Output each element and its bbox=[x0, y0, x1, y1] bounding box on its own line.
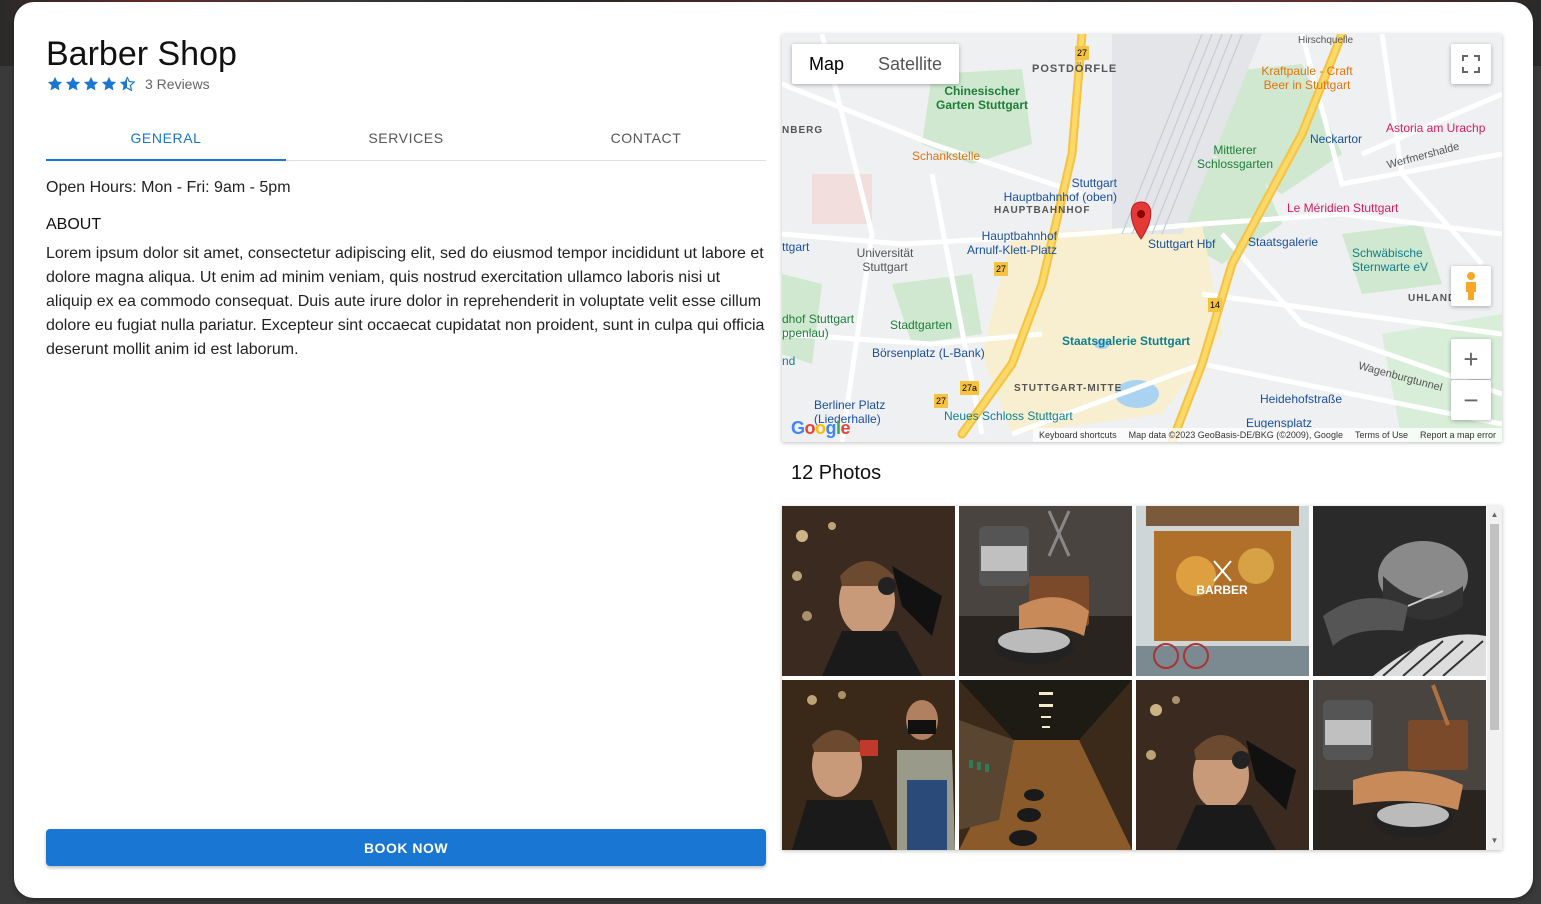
star-full-icon bbox=[47, 76, 63, 91]
map-label: STUTTGART-MITTE bbox=[1014, 383, 1123, 394]
zoom-out-button[interactable]: − bbox=[1451, 380, 1491, 420]
map-label[interactable]: Heidehofstraße bbox=[1260, 392, 1342, 406]
route-shield: 27 bbox=[1075, 46, 1090, 60]
map-data-text: Map data ©2023 GeoBasis-DE/BKG (©2009), … bbox=[1128, 430, 1343, 440]
map-widget[interactable]: POSTDÖRFLE Chinesischer Garten Stuttgart… bbox=[782, 34, 1502, 442]
map-attribution: Keyboard shortcuts Map data ©2023 GeoBas… bbox=[1033, 428, 1502, 442]
beard-trim-bw-photo[interactable] bbox=[1313, 506, 1486, 676]
barber-with-mask-photo[interactable] bbox=[782, 680, 955, 850]
map-label[interactable]: Kraftpaule - Craft Beer in Stuttgart bbox=[1252, 64, 1362, 92]
star-half-icon bbox=[119, 76, 136, 92]
barber-storefront-photo[interactable]: BARBER bbox=[1136, 506, 1309, 676]
map-label[interactable]: Neckartor bbox=[1310, 132, 1362, 146]
about-heading: ABOUT bbox=[46, 216, 102, 233]
photo-gallery: BARBER ▲ ▼ bbox=[782, 506, 1502, 850]
zoom-in-button[interactable]: + bbox=[1451, 339, 1491, 379]
route-shield: 14 bbox=[1208, 298, 1223, 312]
tab-contact[interactable]: CONTACT bbox=[526, 115, 766, 160]
map-label: Hirschquelle bbox=[1298, 35, 1354, 46]
map-label: ttgart bbox=[782, 240, 810, 254]
star-rating bbox=[46, 75, 136, 93]
pomade-and-comb-photo[interactable] bbox=[959, 506, 1132, 676]
barber-cutting-hair-photo[interactable] bbox=[782, 506, 955, 676]
map-label[interactable]: Hauptbahnhof Arnulf-Klett-Platz bbox=[957, 229, 1057, 257]
barber-cutting-hair-2-photo[interactable] bbox=[1136, 680, 1309, 850]
route-shield: 27a bbox=[960, 381, 980, 395]
map-type-map-button[interactable]: Map bbox=[792, 44, 861, 84]
scroll-down-icon[interactable]: ▼ bbox=[1487, 834, 1502, 848]
reviews-count[interactable]: 3 Reviews bbox=[145, 76, 210, 92]
rating: 3 Reviews bbox=[46, 75, 210, 93]
map-label: POSTDÖRFLE bbox=[1032, 63, 1118, 75]
map-label[interactable]: Le Méridien Stuttgart bbox=[1287, 201, 1398, 215]
street-view-pegman-button[interactable] bbox=[1451, 266, 1491, 306]
fullscreen-icon bbox=[1462, 55, 1480, 73]
map-label[interactable]: Stadtgarten bbox=[890, 318, 952, 332]
route-shield: 27 bbox=[934, 394, 949, 408]
terms-of-use-link[interactable]: Terms of Use bbox=[1349, 428, 1414, 442]
pegman-icon bbox=[1466, 272, 1476, 300]
map-type-satellite-button[interactable]: Satellite bbox=[861, 44, 959, 84]
photo-grid: BARBER bbox=[782, 506, 1486, 850]
scroll-thumb[interactable] bbox=[1490, 524, 1499, 730]
map-label[interactable]: Staatsgalerie bbox=[1248, 235, 1318, 249]
route-shield: 27 bbox=[994, 262, 1009, 276]
pomade-and-comb-2-photo[interactable] bbox=[1313, 680, 1486, 850]
report-map-error-link[interactable]: Report a map error bbox=[1414, 428, 1502, 442]
map-label: NBERG bbox=[782, 125, 824, 136]
scroll-up-icon[interactable]: ▲ bbox=[1487, 508, 1502, 522]
fullscreen-button[interactable] bbox=[1451, 44, 1491, 84]
google-logo[interactable]: Google bbox=[791, 418, 851, 439]
star-full-icon bbox=[65, 76, 81, 91]
tab-bar: GENERAL SERVICES CONTACT bbox=[46, 115, 766, 161]
shop-detail-card: Barber Shop 3 Reviews GENERAL SERVICES C… bbox=[14, 2, 1533, 898]
map-label[interactable]: Stuttgart Hbf bbox=[1148, 237, 1215, 251]
map-label[interactable]: Stuttgart Hauptbahnhof (oben) bbox=[997, 176, 1117, 204]
gallery-scrollbar[interactable]: ▲ ▼ bbox=[1487, 506, 1502, 850]
book-now-button[interactable]: BOOK NOW bbox=[46, 829, 766, 866]
map-label: nd bbox=[782, 354, 796, 368]
tab-services[interactable]: SERVICES bbox=[286, 115, 526, 160]
map-label[interactable]: Mittlerer Schlossgarten bbox=[1190, 143, 1280, 171]
star-full-icon bbox=[101, 76, 117, 91]
tab-general[interactable]: GENERAL bbox=[46, 115, 286, 161]
map-label: HAUPTBAHNHOF bbox=[994, 205, 1091, 216]
map-label[interactable]: Schwäbische Sternwarte eV bbox=[1352, 246, 1442, 274]
map-label: dhof Stuttgart bbox=[782, 312, 855, 326]
map-label[interactable]: Universität Stuttgart bbox=[850, 246, 920, 274]
photos-heading: 12 Photos bbox=[791, 462, 882, 484]
barber-shop-interior-photo[interactable] bbox=[959, 680, 1132, 850]
star-full-icon bbox=[83, 76, 99, 91]
map-label: ppenlau) bbox=[782, 326, 829, 340]
map-label[interactable]: Börsenplatz (L-Bank) bbox=[872, 346, 985, 360]
open-hours: Open Hours: Mon - Fri: 9am - 5pm bbox=[46, 179, 291, 196]
about-text: Lorem ipsum dolor sit amet, consectetur … bbox=[46, 245, 765, 358]
map-label[interactable]: Chinesischer Garten Stuttgart bbox=[927, 84, 1037, 112]
map-label[interactable]: Schankstelle bbox=[912, 149, 980, 163]
map-label[interactable]: Neues Schloss Stuttgart bbox=[944, 409, 1073, 423]
shop-title: Barber Shop bbox=[46, 35, 237, 73]
keyboard-shortcuts-link[interactable]: Keyboard shortcuts bbox=[1033, 428, 1123, 442]
map-label[interactable]: Staatsgalerie Stuttgart bbox=[1062, 334, 1190, 348]
map-type-toggle: Map Satellite bbox=[792, 44, 960, 84]
svg-text:BARBER: BARBER bbox=[1196, 583, 1248, 597]
map-label[interactable]: Astoria am Urachp bbox=[1386, 121, 1485, 135]
